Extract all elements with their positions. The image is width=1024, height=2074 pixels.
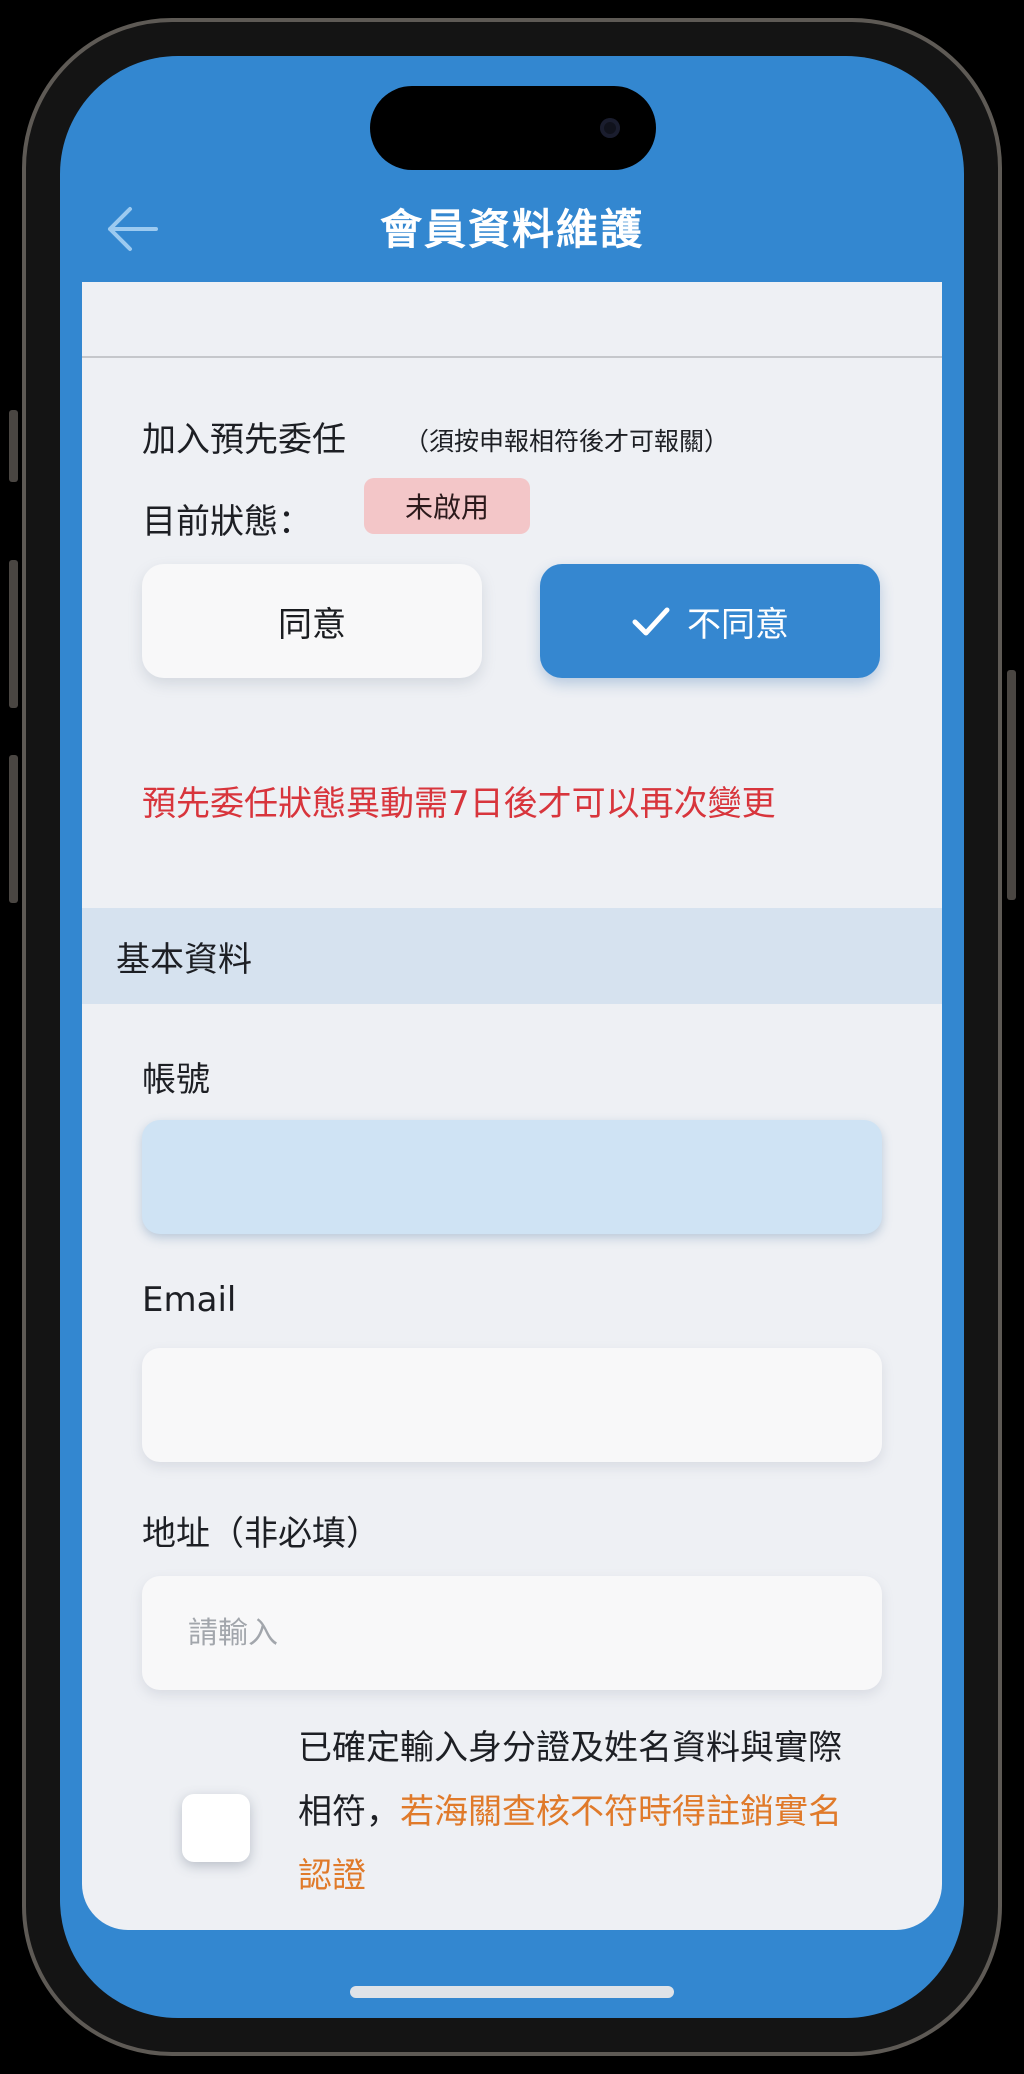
disagree-button[interactable]: 不同意 bbox=[540, 564, 880, 678]
check-icon bbox=[632, 607, 670, 636]
account-label: 帳號 bbox=[142, 1060, 210, 1100]
divider bbox=[82, 356, 942, 358]
delegation-warning: 預先委任狀態異動需7日後才可以再次變更 bbox=[142, 784, 776, 824]
page-title: 會員資料維護 bbox=[379, 205, 644, 254]
address-field[interactable] bbox=[142, 1576, 882, 1690]
confirm-checkbox[interactable] bbox=[182, 1794, 250, 1862]
home-indicator[interactable] bbox=[350, 1986, 674, 1998]
status-label: 目前狀態： bbox=[142, 502, 312, 542]
phone-screen: 會員資料維護 加入預先委任 （須按申報相符後才可報關） 目前狀態： 未啟用 同意… bbox=[60, 56, 964, 2018]
volume-down-button bbox=[9, 755, 18, 903]
account-field[interactable] bbox=[142, 1120, 882, 1234]
status-badge: 未啟用 bbox=[364, 478, 530, 534]
section-header-basic-info: 基本資料 bbox=[82, 908, 942, 1004]
address-label: 地址（非必填） bbox=[142, 1514, 380, 1554]
delegation-title: 加入預先委任 bbox=[142, 420, 346, 460]
dynamic-island bbox=[370, 86, 656, 170]
delegation-note: （須按申報相符後才可報關） bbox=[404, 427, 730, 456]
agree-button-label: 同意 bbox=[278, 604, 346, 645]
silent-switch bbox=[9, 410, 18, 482]
agree-button[interactable]: 同意 bbox=[142, 564, 482, 678]
email-field[interactable] bbox=[142, 1348, 882, 1462]
email-label: Email bbox=[142, 1280, 237, 1320]
confirm-text: 已確定輸入身分證及姓名資料與實際相符，若海關查核不符時得註銷實名認證 bbox=[298, 1716, 858, 1908]
camera-icon bbox=[600, 118, 620, 138]
power-button bbox=[1007, 670, 1016, 900]
volume-up-button bbox=[9, 560, 18, 708]
content-card: 加入預先委任 （須按申報相符後才可報關） 目前狀態： 未啟用 同意 不同意 預先… bbox=[82, 282, 942, 1930]
disagree-button-label: 不同意 bbox=[687, 604, 789, 645]
section-title: 基本資料 bbox=[116, 939, 252, 980]
